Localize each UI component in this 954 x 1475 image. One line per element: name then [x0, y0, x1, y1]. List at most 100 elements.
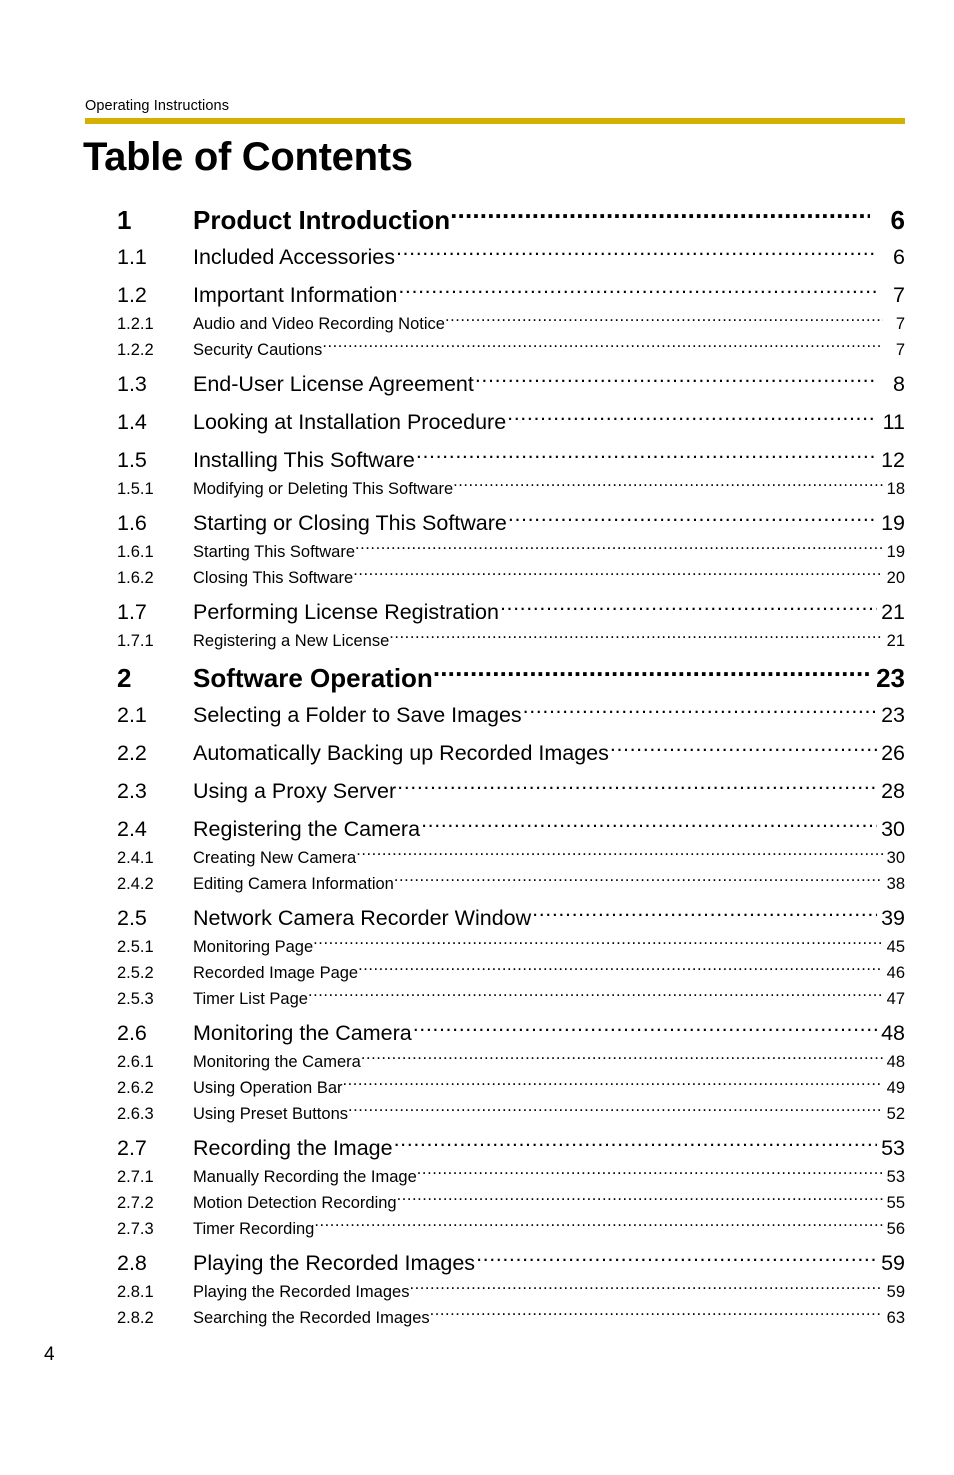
toc-entry-page-number: 6	[893, 245, 905, 269]
toc-entry-level-3[interactable]: 1.7.1 Registering a New License 21	[0, 628, 954, 654]
toc-entry-title: Installing This Software	[193, 448, 415, 472]
toc-entry-number: 2.4.2	[117, 875, 154, 893]
toc-entry-level-3[interactable]: 2.7.1 Manually Recording the Image 53	[0, 1164, 954, 1190]
toc-dot-leader	[343, 1077, 884, 1094]
toc-entry-level-2[interactable]: 2.6 Monitoring the Camera 48	[0, 1018, 954, 1049]
toc-dot-leader	[416, 446, 877, 468]
toc-entry-level-3[interactable]: 2.8.2 Searching the Recorded Images 63	[0, 1305, 954, 1331]
toc-dot-leader	[508, 509, 877, 531]
toc-entry-level-3[interactable]: 2.6.1 Monitoring the Camera 48	[0, 1049, 954, 1075]
toc-entry-level-2[interactable]: 1.2 Important Information 7	[0, 280, 954, 311]
toc-entry-level-3[interactable]: 2.7.3 Timer Recording 56	[0, 1216, 954, 1242]
toc-entry-page-number: 23	[881, 703, 905, 727]
toc-entry-page-number: 38	[886, 875, 905, 893]
toc-entry-title: Monitoring Page	[193, 938, 314, 956]
toc-entry-level-3[interactable]: 2.5.3 Timer List Page 47	[0, 986, 954, 1012]
toc-entry-number: 2.8.1	[117, 1283, 154, 1301]
toc-entry-number: 1.1	[117, 245, 147, 269]
toc-entry-title: Editing Camera Information	[193, 875, 394, 893]
toc-entry-level-3[interactable]: 2.5.1 Monitoring Page 45	[0, 934, 954, 960]
running-header: Operating Instructions	[85, 97, 905, 124]
toc-entry-page-number: 7	[895, 341, 905, 359]
toc-entry-level-3[interactable]: 2.4.1 Creating New Camera 30	[0, 845, 954, 871]
toc-entry-level-2[interactable]: 2.1 Selecting a Folder to Save Images 23	[0, 700, 954, 731]
toc-entry-level-2[interactable]: 2.4 Registering the Camera 30	[0, 814, 954, 845]
toc-entry-title: Audio and Video Recording Notice	[193, 315, 445, 333]
toc-entry-number: 1.2.2	[117, 341, 154, 359]
toc-entry-number: 2.1	[117, 703, 147, 727]
toc-dot-leader	[356, 847, 883, 864]
toc-dot-leader	[394, 1134, 877, 1156]
toc-dot-leader	[417, 1166, 883, 1183]
toc-entry-level-2[interactable]: 2.2 Automatically Backing up Recorded Ima…	[0, 738, 954, 769]
toc-entry-page-number: 48	[881, 1021, 905, 1045]
toc-entry-title: Security Cautions	[193, 341, 323, 359]
toc-dot-leader	[397, 777, 877, 799]
toc-dot-leader	[322, 339, 883, 356]
toc-entry-level-3[interactable]: 2.7.2 Motion Detection Recording 55	[0, 1190, 954, 1216]
toc-dot-leader	[453, 478, 883, 495]
toc-entry-level-3[interactable]: 2.5.2 Recorded Image Page 46	[0, 960, 954, 986]
toc-entry-level-1[interactable]: 1 Product Introduction 6	[0, 200, 954, 240]
toc-entry-level-2[interactable]: 1.6 Starting or Closing This Software 19	[0, 508, 954, 539]
toc-entry-title: Software Operation	[193, 663, 433, 693]
toc-entry-page-number: 28	[881, 779, 905, 803]
toc-dot-leader	[313, 936, 883, 953]
toc-entry-page-number: 53	[881, 1136, 905, 1160]
toc-dot-leader	[532, 904, 877, 926]
toc-entry-title: Timer Recording	[193, 1220, 315, 1238]
toc-entry-title: Motion Detection Recording	[193, 1194, 397, 1212]
toc-entry-page-number: 39	[881, 906, 905, 930]
toc-entry-page-number: 19	[881, 511, 905, 535]
toc-entry-number: 1.5.1	[117, 480, 154, 498]
toc-entry-level-3[interactable]: 1.5.1 Modifying or Deleting This Software…	[0, 476, 954, 502]
toc-entry-level-2[interactable]: 1.3 End-User License Agreement 8	[0, 369, 954, 400]
toc-entry-number: 2.4	[117, 817, 147, 841]
toc-entry-title: Automatically Backing up Recorded Images	[193, 741, 609, 765]
toc-entry-level-3[interactable]: 2.6.3 Using Preset Buttons 52	[0, 1101, 954, 1127]
toc-entry-level-3[interactable]: 2.6.2 Using Operation Bar 49	[0, 1075, 954, 1101]
toc-dot-leader	[394, 873, 883, 890]
toc-entry-page-number: 19	[886, 543, 905, 561]
table-of-contents-list: 1 Product Introduction 6 1.1 Included Access…	[0, 196, 954, 1331]
toc-entry-page-number: 6	[890, 205, 905, 235]
toc-entry-page-number: 56	[886, 1220, 905, 1238]
toc-entry-level-3[interactable]: 2.4.2 Editing Camera Information 38	[0, 871, 954, 897]
toc-entry-level-2[interactable]: 1.1 Included Accessories 6	[0, 242, 954, 273]
toc-entry-level-2[interactable]: 1.4 Looking at Installation Procedure 11	[0, 407, 954, 438]
toc-entry-level-3[interactable]: 1.2.2 Security Cautions 7	[0, 337, 954, 363]
toc-entry-title: Recording the Image	[193, 1136, 393, 1160]
toc-entry-title: Playing the Recorded Images	[193, 1251, 476, 1275]
toc-entry-page-number: 46	[886, 964, 905, 982]
toc-entry-level-3[interactable]: 1.2.1 Audio and Video Recording Notice 7	[0, 311, 954, 337]
toc-entry-level-1[interactable]: 2 Software Operation 23	[0, 658, 954, 698]
toc-entry-number: 2.8.2	[117, 1309, 154, 1327]
toc-entry-level-3[interactable]: 2.8.1 Playing the Recorded Images 59	[0, 1279, 954, 1305]
toc-entry-level-2[interactable]: 2.8 Playing the Recorded Images 59	[0, 1248, 954, 1279]
page-title: Table of Contents	[83, 135, 413, 179]
toc-entry-number: 1	[117, 205, 132, 235]
toc-entry-number: 2.5	[117, 906, 147, 930]
toc-entry-title: Looking at Installation Procedure	[193, 410, 507, 434]
toc-entry-level-2[interactable]: 2.5 Network Camera Recorder Window 39	[0, 903, 954, 934]
toc-entry-title: Included Accessories	[193, 245, 395, 269]
toc-entry-level-2[interactable]: 1.5 Installing This Software 12	[0, 445, 954, 476]
toc-entry-level-3[interactable]: 1.6.1 Starting This Software 19	[0, 539, 954, 565]
toc-dot-leader	[430, 1307, 883, 1324]
toc-entry-level-3[interactable]: 1.6.2 Closing This Software 20	[0, 565, 954, 591]
toc-entry-title: Monitoring the Camera	[193, 1053, 361, 1071]
toc-entry-level-2[interactable]: 2.3 Using a Proxy Server 28	[0, 776, 954, 807]
toc-entry-title: Searching the Recorded Images	[193, 1309, 430, 1327]
toc-entry-number: 2.6.3	[117, 1105, 154, 1123]
toc-entry-title: Modifying or Deleting This Software	[193, 480, 454, 498]
toc-dot-leader	[445, 313, 883, 330]
toc-entry-level-2[interactable]: 1.7 Performing License Registration 21	[0, 597, 954, 628]
toc-entry-number: 1.4	[117, 410, 147, 434]
toc-entry-page-number: 30	[881, 817, 905, 841]
toc-entry-title: Using Preset Buttons	[193, 1105, 348, 1123]
document-page: Operating Instructions Table of Contents…	[0, 0, 954, 1475]
toc-entry-title: Starting This Software	[193, 543, 356, 561]
toc-entry-number: 2.6	[117, 1021, 147, 1045]
toc-entry-title: Creating New Camera	[193, 849, 357, 867]
toc-entry-level-2[interactable]: 2.7 Recording the Image 53	[0, 1133, 954, 1164]
